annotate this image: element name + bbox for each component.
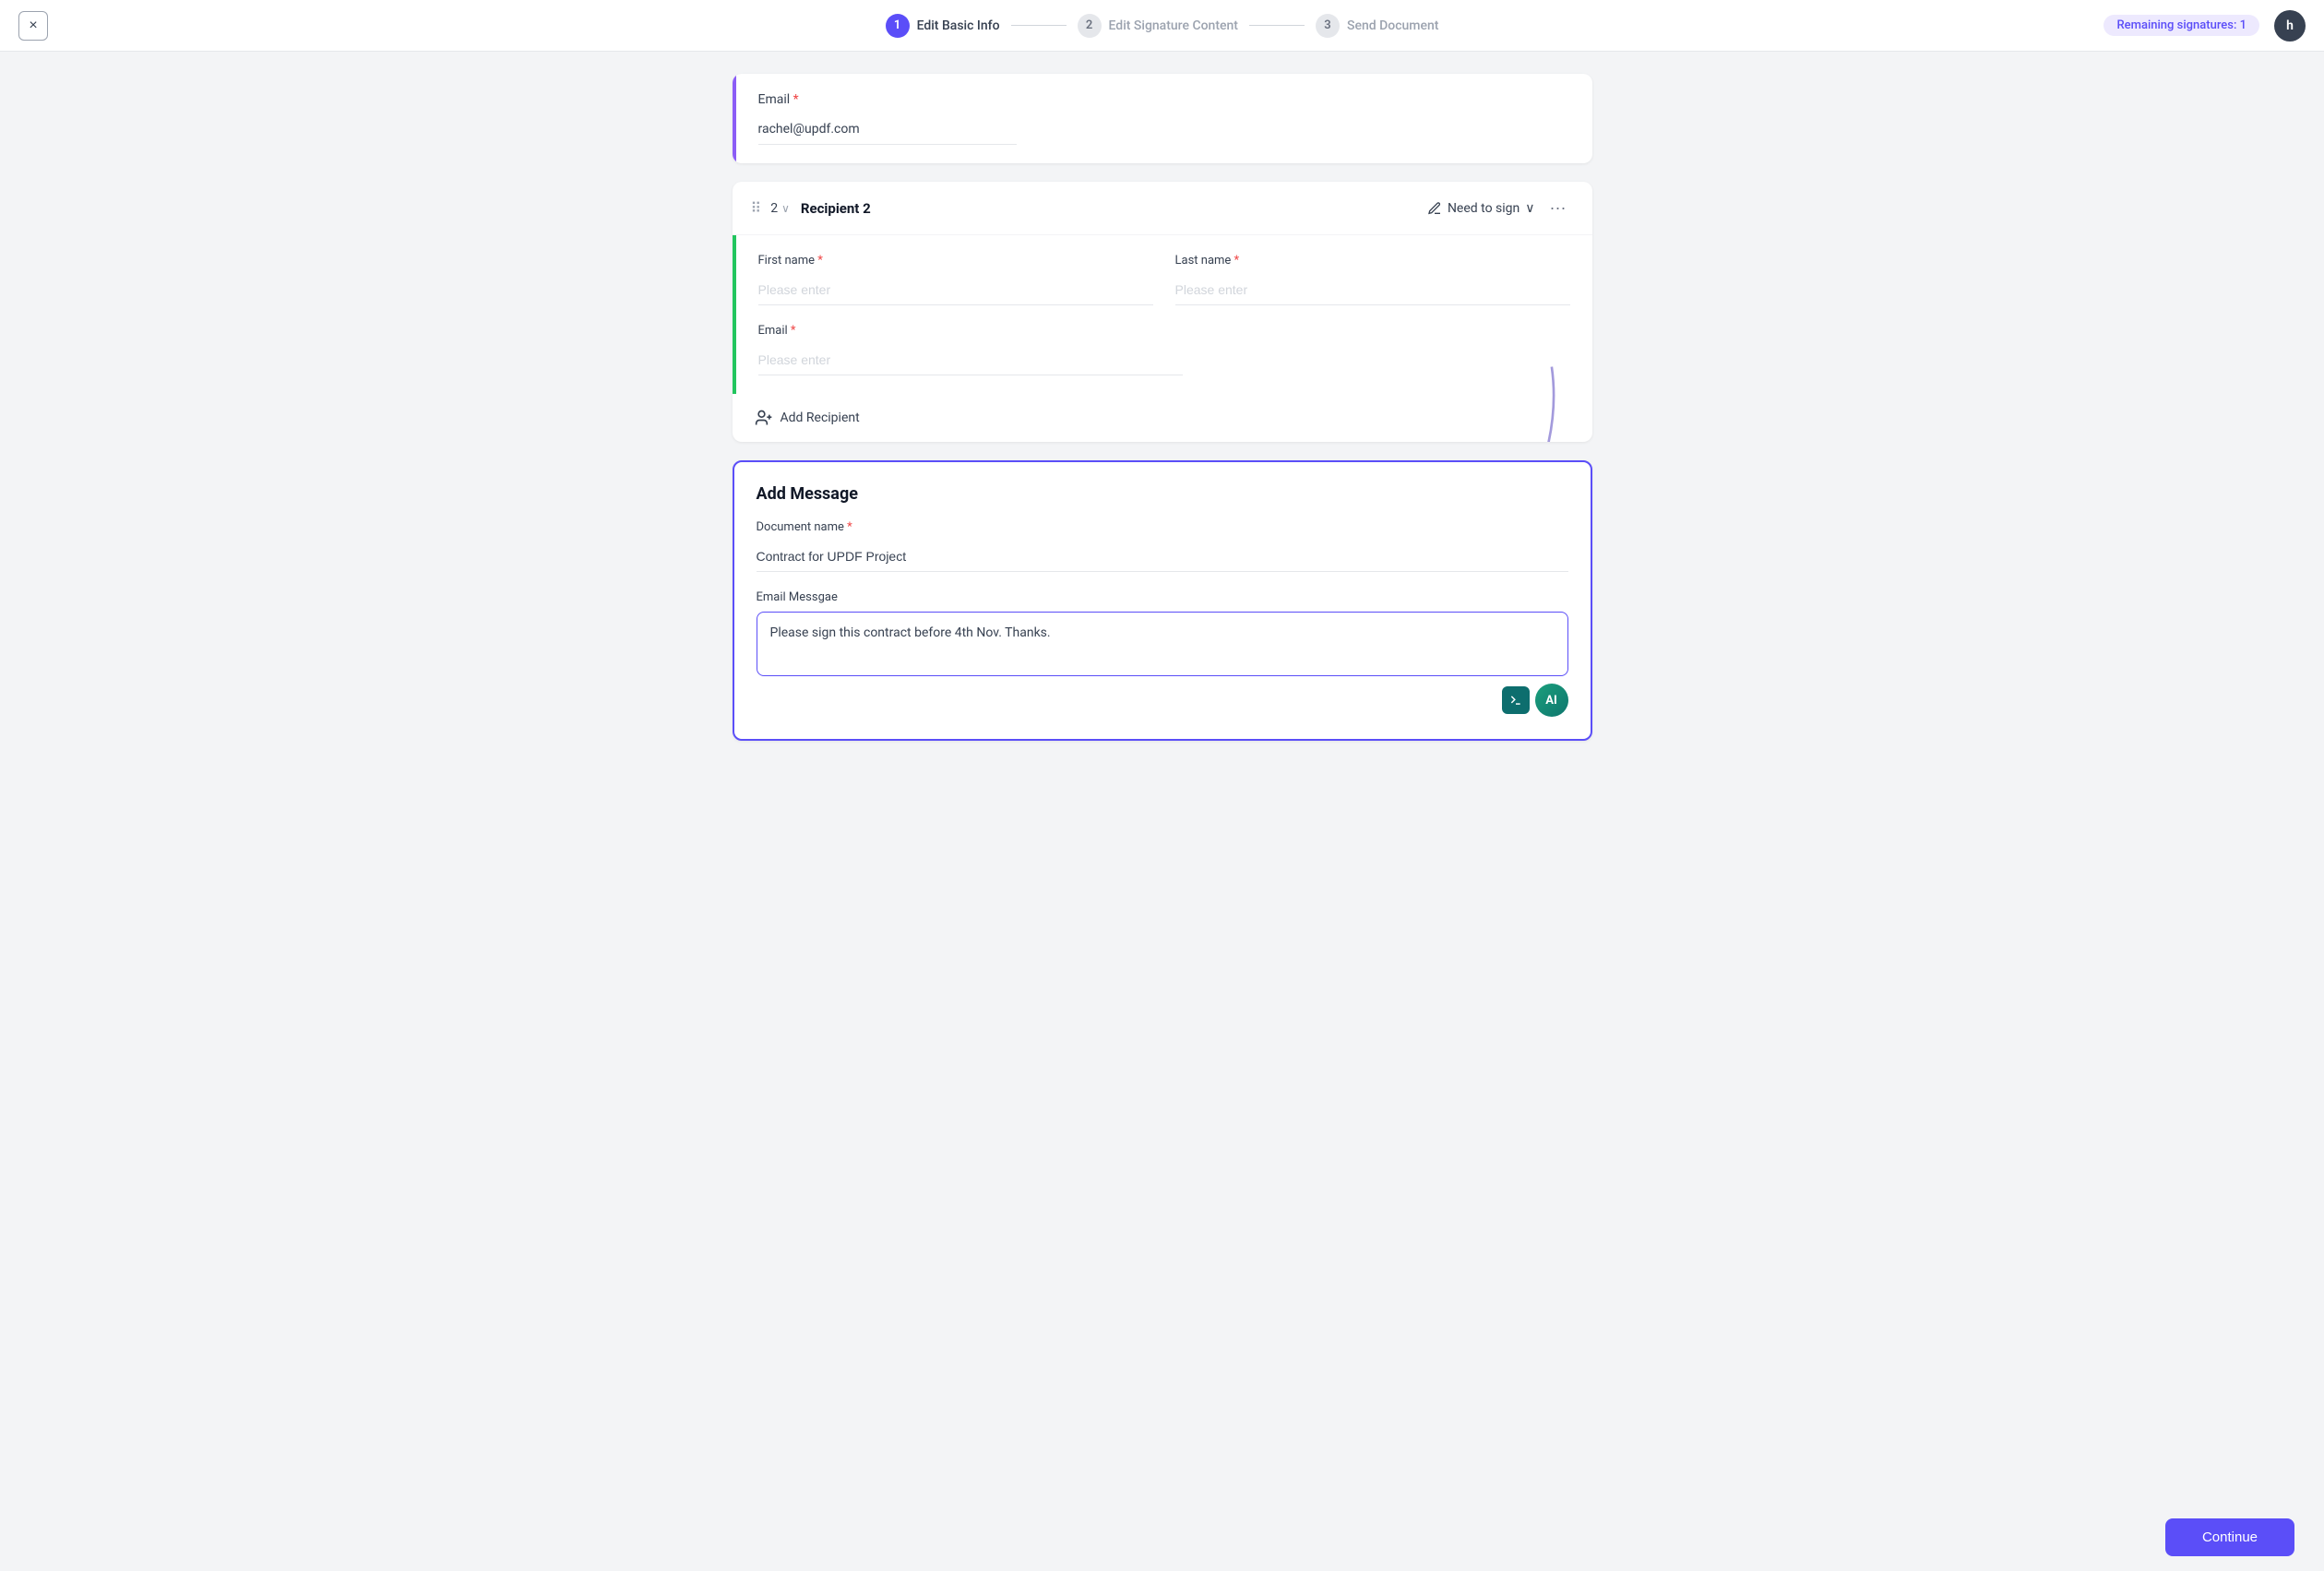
recipient-2-card: ⠿ 2 ∨ Recipient 2 Need to sign ∨ ··· Fir… bbox=[733, 182, 1592, 442]
add-recipient-row[interactable]: Add Recipient bbox=[733, 394, 1592, 442]
step-3-label: Send Document bbox=[1347, 18, 1438, 33]
step-connector-1 bbox=[1011, 25, 1067, 26]
step-1-label: Edit Basic Info bbox=[917, 18, 1000, 33]
remaining-badge: Remaining signatures: 1 bbox=[2104, 15, 2259, 36]
drag-handle-icon[interactable]: ⠿ bbox=[751, 199, 762, 217]
continue-button[interactable]: Continue bbox=[2165, 1518, 2294, 1556]
last-name-group: Last name * bbox=[1175, 254, 1570, 305]
email-label-r2: Email * bbox=[758, 324, 1570, 338]
email-value-r1: rachel@updf.com bbox=[758, 114, 1017, 145]
add-recipient-icon bbox=[755, 409, 773, 427]
need-to-sign-label: Need to sign bbox=[1448, 201, 1520, 216]
recipient-2-body: First name * Last name * Email * bbox=[733, 235, 1592, 394]
first-name-group: First name * bbox=[758, 254, 1153, 305]
email-message-input[interactable] bbox=[757, 612, 1568, 676]
chevron-down-icon: ∨ bbox=[781, 202, 790, 215]
recipient-1-card: Email * rachel@updf.com bbox=[733, 74, 1592, 163]
email-message-label: Email Messgae bbox=[757, 590, 1568, 604]
main-content: Email * rachel@updf.com ⠿ 2 ∨ Recipient … bbox=[710, 52, 1615, 815]
recipient-2-header: ⠿ 2 ∨ Recipient 2 Need to sign ∨ ··· bbox=[733, 182, 1592, 235]
ai-prompt-button[interactable] bbox=[1502, 686, 1530, 714]
last-name-label: Last name * bbox=[1175, 254, 1570, 268]
recipient-2-title: Recipient 2 bbox=[801, 200, 1420, 217]
step-2-number: 2 bbox=[1078, 14, 1102, 38]
add-message-title: Add Message bbox=[757, 484, 1568, 504]
email-group-r2: Email * bbox=[758, 324, 1570, 375]
recipient-2-num[interactable]: 2 ∨ bbox=[770, 201, 790, 216]
step-connector-2 bbox=[1249, 25, 1305, 26]
email-label-r1: Email * bbox=[758, 92, 1570, 107]
step-3-number: 3 bbox=[1316, 14, 1340, 38]
step-2: 2 Edit Signature Content bbox=[1078, 14, 1238, 38]
step-1: 1 Edit Basic Info bbox=[886, 14, 1000, 38]
last-name-input[interactable] bbox=[1175, 275, 1570, 305]
add-recipient-label: Add Recipient bbox=[781, 411, 860, 425]
doc-name-group: Document name * bbox=[757, 520, 1568, 590]
step-2-label: Edit Signature Content bbox=[1109, 18, 1238, 33]
message-toolbar: AI bbox=[757, 684, 1568, 717]
step-1-number: 1 bbox=[886, 14, 910, 38]
first-name-input[interactable] bbox=[758, 275, 1153, 305]
name-row: First name * Last name * bbox=[758, 254, 1570, 305]
email-message-group: AI bbox=[757, 612, 1568, 717]
footer: Continue bbox=[0, 1504, 2324, 1571]
prompt-icon bbox=[1509, 694, 1522, 707]
steps-nav: 1 Edit Basic Info 2 Edit Signature Conte… bbox=[886, 14, 1439, 38]
add-message-card: Add Message Document name * Email Messga… bbox=[733, 460, 1592, 741]
recipient-1-body: Email * rachel@updf.com bbox=[733, 74, 1592, 163]
need-to-sign-dropdown[interactable]: Need to sign ∨ bbox=[1420, 197, 1543, 220]
doc-name-input[interactable] bbox=[757, 542, 1568, 572]
more-options-button[interactable]: ··· bbox=[1543, 195, 1574, 221]
doc-name-label: Document name * bbox=[757, 520, 1568, 534]
first-name-label: First name * bbox=[758, 254, 1153, 268]
header: × 1 Edit Basic Info 2 Edit Signature Con… bbox=[0, 0, 2324, 52]
email-input-r2[interactable] bbox=[758, 345, 1183, 375]
avatar: h bbox=[2274, 10, 2306, 42]
ai-badge[interactable]: AI bbox=[1535, 684, 1568, 717]
pen-icon bbox=[1427, 201, 1442, 216]
step-3: 3 Send Document bbox=[1316, 14, 1438, 38]
need-to-sign-chevron: ∨ bbox=[1525, 201, 1534, 216]
close-button[interactable]: × bbox=[18, 11, 48, 41]
